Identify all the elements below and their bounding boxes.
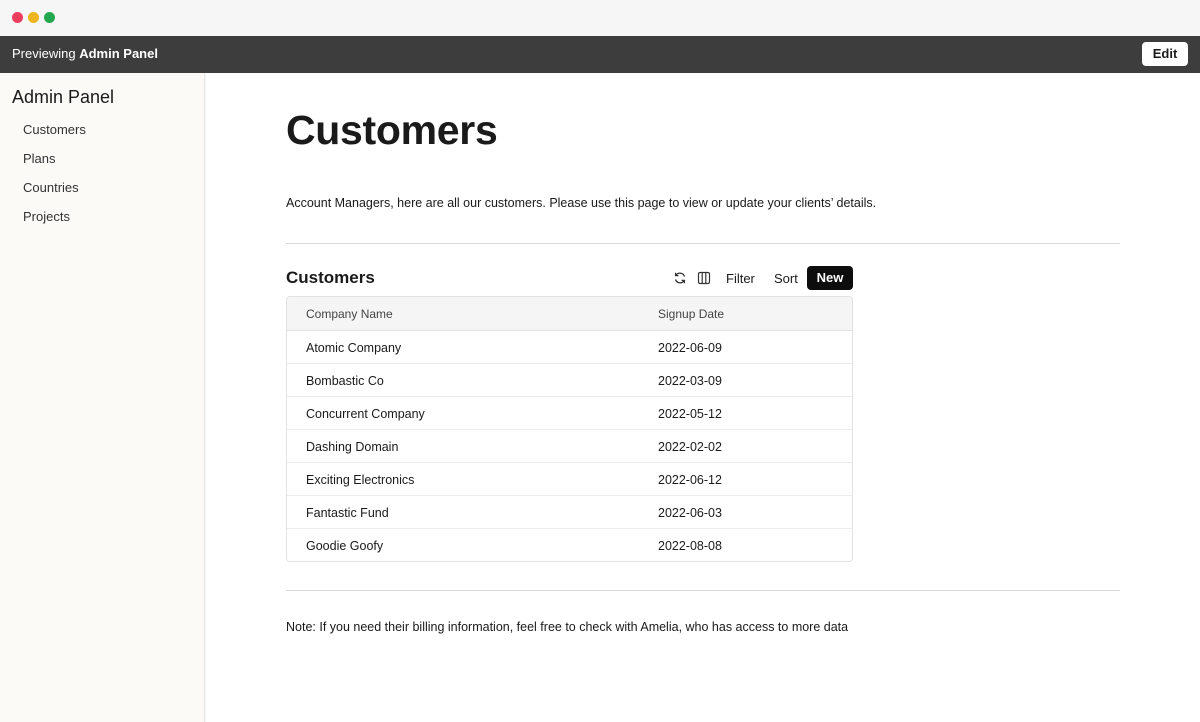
- table-row[interactable]: Atomic Company 2022-06-09: [287, 331, 852, 364]
- divider-top: [286, 243, 1120, 244]
- preview-app-name: Admin Panel: [79, 46, 158, 61]
- new-button[interactable]: New: [807, 266, 853, 290]
- maximize-window-button[interactable]: [44, 12, 55, 23]
- company-name-cell: Goodie Goofy: [306, 539, 384, 553]
- sidebar-item-plans[interactable]: Plans: [23, 151, 56, 166]
- company-name-cell: Atomic Company: [306, 341, 402, 355]
- minimize-window-button[interactable]: [28, 12, 39, 23]
- table-row[interactable]: Exciting Electronics 2022-06-12: [287, 463, 852, 496]
- sidebar-title: Admin Panel: [12, 87, 115, 107]
- table-row[interactable]: Concurrent Company 2022-05-12: [287, 397, 852, 430]
- refresh-icon[interactable]: [673, 271, 687, 285]
- preview-bar: Previewing Admin Panel Edit: [0, 36, 1200, 73]
- sort-button[interactable]: Sort: [774, 271, 798, 286]
- signup-date-cell: 2022-06-12: [658, 473, 722, 487]
- note-text: Note: If you need their billing informat…: [286, 620, 849, 634]
- column-header-signup-date[interactable]: Signup Date: [658, 307, 724, 321]
- signup-date-cell: 2022-03-09: [658, 374, 722, 388]
- table-row[interactable]: Bombastic Co 2022-03-09: [287, 364, 852, 397]
- company-name-cell: Fantastic Fund: [306, 506, 389, 520]
- signup-date-cell: 2022-05-12: [658, 407, 722, 421]
- company-name-cell: Exciting Electronics: [306, 473, 415, 487]
- sidebar-item-customers[interactable]: Customers: [23, 122, 86, 137]
- company-name-cell: Concurrent Company: [306, 407, 425, 421]
- preview-prefix: Previewing: [12, 46, 76, 61]
- divider-bottom: [286, 590, 1120, 591]
- preview-label: Previewing Admin Panel: [12, 46, 158, 61]
- signup-date-cell: 2022-02-02: [658, 440, 722, 454]
- edit-button[interactable]: Edit: [1142, 42, 1188, 66]
- table-row[interactable]: Dashing Domain 2022-02-02: [287, 430, 852, 463]
- table-heading: Customers: [286, 268, 375, 287]
- main-content: Customers Account Managers, here are all…: [206, 73, 1200, 722]
- customers-table: Company Name Signup Date Atomic Company …: [286, 296, 853, 562]
- signup-date-cell: 2022-08-08: [658, 539, 722, 553]
- sidebar: Admin Panel Customers Plans Countries Pr…: [0, 73, 205, 722]
- sidebar-item-countries[interactable]: Countries: [23, 180, 79, 195]
- signup-date-cell: 2022-06-03: [658, 506, 722, 520]
- column-header-company-name[interactable]: Company Name: [306, 307, 393, 321]
- signup-date-cell: 2022-06-09: [658, 341, 722, 355]
- filter-button[interactable]: Filter: [726, 271, 755, 286]
- table-row[interactable]: Goodie Goofy 2022-08-08: [287, 529, 852, 561]
- sidebar-item-projects[interactable]: Projects: [23, 209, 70, 224]
- close-window-button[interactable]: [12, 12, 23, 23]
- columns-icon[interactable]: [697, 271, 711, 285]
- window-titlebar: [0, 0, 1200, 36]
- intro-text: Account Managers, here are all our custo…: [286, 196, 877, 210]
- page-title: Customers: [286, 107, 498, 153]
- company-name-cell: Bombastic Co: [306, 374, 384, 388]
- table-row[interactable]: Fantastic Fund 2022-06-03: [287, 496, 852, 529]
- table-header: Company Name Signup Date: [287, 297, 852, 331]
- company-name-cell: Dashing Domain: [306, 440, 399, 454]
